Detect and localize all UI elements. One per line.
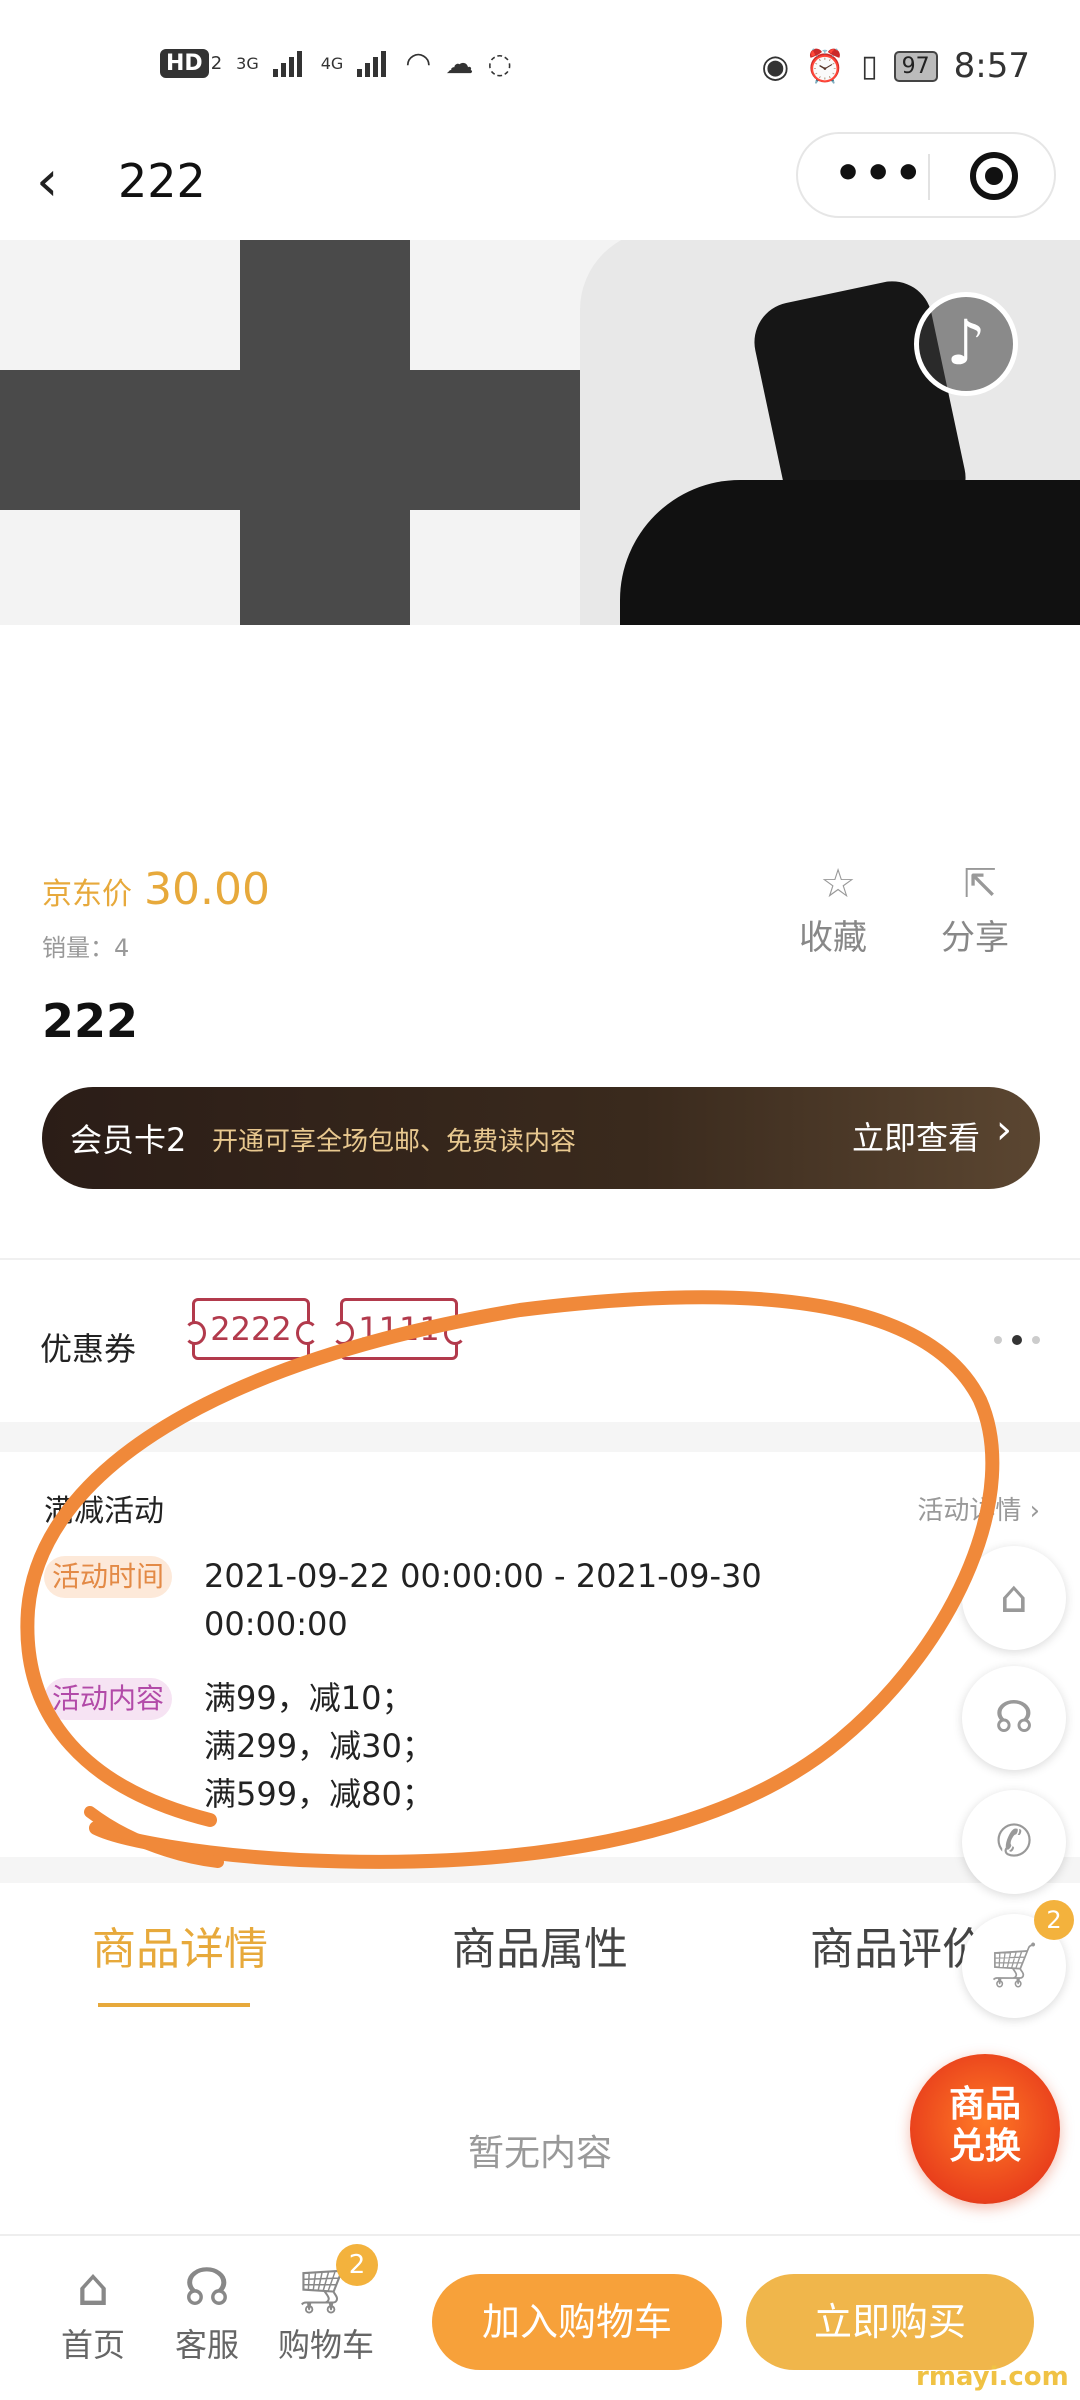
star-icon: ☆ bbox=[820, 861, 856, 907]
share-button[interactable]: ⇱ 分享 bbox=[940, 858, 1020, 959]
activity-detail-link[interactable]: 活动详情 › bbox=[917, 1490, 1040, 1527]
activity-time-line: 00:00:00 bbox=[204, 1605, 348, 1643]
share-icon: ⇱ bbox=[963, 861, 997, 907]
nav-bar: ‹ 222 ••• bbox=[0, 130, 1080, 240]
headset-icon: ☊ bbox=[183, 2258, 231, 2318]
cart-float-button[interactable]: 🛒︎ 2 bbox=[962, 1900, 1074, 2018]
signal-icon bbox=[357, 50, 391, 77]
gift-float-button[interactable]: ⌂ bbox=[962, 1546, 1066, 1650]
cart-label: 购物车 bbox=[277, 2326, 374, 2364]
tab-active-indicator bbox=[98, 2003, 250, 2007]
home-button[interactable]: ⌂ 首页 bbox=[38, 2256, 148, 2366]
carousel-dot bbox=[1032, 1336, 1040, 1344]
mini-program-capsule: ••• bbox=[796, 132, 1056, 218]
battery-icon: 97 bbox=[893, 50, 938, 82]
wechat-icon: ☁ bbox=[445, 47, 474, 80]
target-icon[interactable] bbox=[970, 152, 1018, 200]
wifi-icon: ◠ bbox=[405, 46, 432, 81]
activity-time-tag: 活动时间 bbox=[44, 1556, 173, 1598]
music-note-icon[interactable]: ♪ bbox=[914, 292, 1018, 396]
tab-product-detail[interactable]: 商品详情 bbox=[92, 1913, 268, 1977]
activity-title: 满减活动 bbox=[44, 1494, 164, 1529]
status-bar: HD 2 3G 4G ◠ ☁ ◌ ◉ ⏰ ▯ 97 8:57 bbox=[0, 0, 1080, 130]
section-gap bbox=[0, 1422, 1080, 1452]
coupon-item[interactable]: 2222 bbox=[184, 1298, 318, 1360]
cart-button[interactable]: 🛒︎ 购物车 2 bbox=[266, 2244, 386, 2366]
hd-badge: HD bbox=[160, 49, 209, 78]
phone-icon: ✆ bbox=[995, 1816, 1033, 1867]
clock: 8:57 bbox=[953, 46, 1030, 86]
activity-content-tag: 活动内容 bbox=[44, 1678, 173, 1720]
page-title: 222 bbox=[118, 154, 206, 208]
share-label: 分享 bbox=[941, 918, 1009, 958]
carousel-dot-active bbox=[1012, 1335, 1022, 1345]
cart-badge: 2 bbox=[336, 2244, 378, 2286]
activity-time-text: 2021-09-22 00:00:00 - 2021-09-30 00:00:0… bbox=[204, 1552, 762, 1648]
chevron-right-icon: › bbox=[996, 1107, 1012, 1153]
add-to-cart-button[interactable]: 加入购物车 bbox=[432, 2274, 722, 2370]
status-right: ◉ ⏰ ▯ 97 8:57 bbox=[761, 46, 1030, 86]
discount-activity-section: 满减活动 活动详情 › 活动时间 2021-09-22 00:00:00 - 2… bbox=[0, 1452, 1080, 1857]
eye-icon: ◉ bbox=[761, 47, 790, 85]
favorite-button[interactable]: ☆ 收藏 bbox=[798, 858, 878, 959]
home-label: 首页 bbox=[60, 2326, 125, 2364]
cart-icon: 🛒︎ bbox=[986, 1940, 1042, 1991]
signal-icon bbox=[272, 50, 307, 77]
network-4g-label: 4G bbox=[320, 54, 344, 73]
home-icon: ⌂ bbox=[76, 2258, 110, 2318]
product-exchange-button[interactable]: 商品 兑换 bbox=[910, 2054, 1060, 2204]
product-name: 222 bbox=[42, 994, 139, 1048]
activity-detail-label: 活动详情 bbox=[917, 1496, 1022, 1526]
member-card-view-button[interactable]: 立即查看 bbox=[852, 1113, 980, 1159]
activity-time-line: 2021-09-22 00:00:00 - 2021-09-30 bbox=[204, 1557, 762, 1595]
more-dots-icon[interactable]: ••• bbox=[834, 148, 924, 199]
banner-figure-clothing bbox=[620, 480, 1080, 625]
tab-product-attributes[interactable]: 商品属性 bbox=[452, 1913, 628, 1977]
headset-icon: ☊ bbox=[994, 1692, 1034, 1743]
product-banner-image[interactable] bbox=[0, 240, 1080, 625]
activity-content-text: 满99，减10； 满299，减30； 满599，减80； bbox=[204, 1674, 434, 1818]
exchange-label: 兑换 bbox=[948, 2126, 1021, 2167]
chevron-right-icon: › bbox=[1029, 1496, 1040, 1526]
coupon-section: 优惠券 2222 1111 bbox=[0, 1260, 1080, 1422]
watermark: rmayi.com bbox=[916, 2362, 1069, 2392]
hd-sub: 2 bbox=[210, 53, 223, 74]
price-label: 京东价 bbox=[42, 877, 132, 912]
phone-float-button[interactable]: ✆ bbox=[962, 1790, 1066, 1894]
tab-product-reviews[interactable]: 商品评价 bbox=[810, 1913, 986, 1977]
capsule-divider bbox=[928, 154, 930, 200]
member-card-desc: 开通可享全场包邮、免费读内容 bbox=[212, 1127, 577, 1157]
exchange-label: 商品 bbox=[948, 2084, 1021, 2125]
price-value: 30.00 bbox=[144, 864, 270, 915]
cart-badge: 2 bbox=[1034, 1900, 1074, 1940]
price-row: 京东价 30.00 bbox=[42, 864, 270, 915]
service-label: 客服 bbox=[174, 2326, 239, 2364]
vibrate-icon: ▯ bbox=[861, 48, 878, 84]
gift-icon: ⌂ bbox=[1000, 1572, 1028, 1623]
activity-content-line: 满99，减10； bbox=[204, 1679, 414, 1717]
favorite-label: 收藏 bbox=[799, 918, 867, 958]
chat-icon: ◌ bbox=[487, 47, 512, 80]
status-left: HD 2 3G 4G ◠ ☁ ◌ bbox=[160, 46, 512, 81]
carousel-dot bbox=[994, 1336, 1002, 1344]
coupon-label: 优惠券 bbox=[40, 1330, 137, 1368]
section-gap bbox=[0, 1857, 1080, 1883]
sales-count: 销量：4 bbox=[42, 934, 130, 962]
service-float-button[interactable]: ☊ bbox=[962, 1666, 1066, 1770]
carousel-dots bbox=[994, 1335, 1040, 1345]
alarm-icon: ⏰ bbox=[805, 47, 846, 85]
chevron-left-icon[interactable]: ‹ bbox=[36, 152, 96, 212]
member-card-banner[interactable]: 会员卡2 开通可享全场包邮、免费读内容 立即查看 › bbox=[42, 1087, 1040, 1189]
activity-content-line: 满299，减30； bbox=[204, 1727, 434, 1765]
detail-tabs: 商品详情 商品属性 商品评价 bbox=[0, 1883, 1080, 2013]
activity-content-line: 满599，减80； bbox=[204, 1775, 434, 1813]
coupon-item[interactable]: 1111 bbox=[332, 1298, 466, 1360]
member-card-name: 会员卡2 bbox=[70, 1121, 187, 1159]
network-3g-label: 3G bbox=[236, 54, 259, 73]
buy-now-button[interactable]: 立即购买 bbox=[746, 2274, 1034, 2370]
customer-service-button[interactable]: ☊ 客服 bbox=[152, 2256, 262, 2366]
banner-window-frame bbox=[240, 240, 410, 625]
